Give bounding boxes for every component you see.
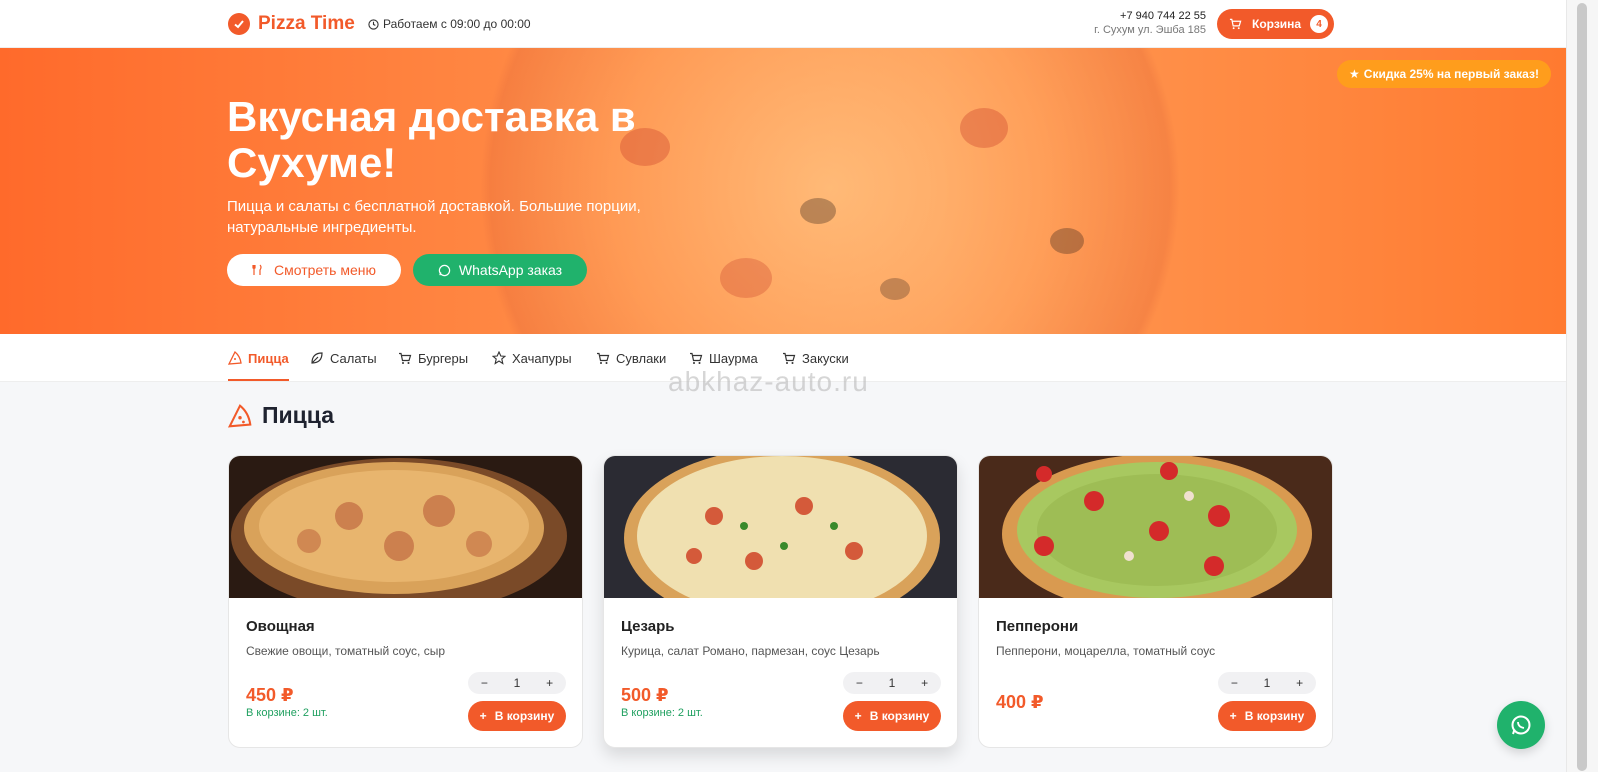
- product-card: Овощная Свежие овощи, томатный соус, сыр…: [228, 455, 583, 748]
- quantity-value: 1: [888, 676, 896, 690]
- brand-name: Pizza Time: [258, 13, 355, 34]
- plus-icon: +: [1229, 709, 1237, 723]
- category-label: Шаурма: [709, 350, 758, 366]
- topping: [960, 108, 1008, 148]
- hero-title: Вкусная доставка в Сухуме!: [227, 93, 636, 186]
- cart-icon: [399, 352, 412, 364]
- star-icon: ★: [1349, 67, 1360, 81]
- product-name: Цезарь: [621, 618, 675, 635]
- watermark: abkhaz-auto.ru: [668, 366, 869, 397]
- leaf-icon: [311, 352, 323, 364]
- decrease-button[interactable]: −: [1223, 676, 1245, 690]
- cart-icon: [783, 352, 796, 364]
- site-header: Pizza Time Работаем с 09:00 до 00:00 +7 …: [0, 0, 1566, 48]
- view-menu-label: Смотреть меню: [274, 262, 376, 278]
- pizza-slice-icon: [228, 403, 252, 427]
- product-price: 400 ₽: [996, 692, 1044, 712]
- add-to-cart-button[interactable]: + В корзину: [1218, 701, 1316, 731]
- cart-count-badge: 4: [1310, 15, 1328, 33]
- increase-button[interactable]: +: [1289, 676, 1311, 690]
- add-to-cart-button[interactable]: + В корзину: [843, 701, 941, 731]
- category-tab-pizza[interactable]: Пицца: [228, 346, 289, 381]
- section-title: Пицца: [228, 402, 334, 429]
- hero-pizza-image: [420, 48, 1240, 334]
- whatsapp-order-label: WhatsApp заказ: [458, 262, 563, 278]
- topping: [800, 198, 836, 224]
- increase-button[interactable]: +: [539, 676, 561, 690]
- category-tab-salads[interactable]: Салаты: [310, 346, 377, 370]
- hero-banner: Вкусная доставка в Сухуме! Пицца и салат…: [0, 48, 1566, 334]
- cart-label: Корзина: [1252, 17, 1302, 31]
- product-card: Цезарь Курица, салат Романо, пармезан, с…: [603, 455, 958, 748]
- add-to-cart-button[interactable]: + В корзину: [468, 701, 566, 731]
- add-to-cart-label: В корзину: [869, 709, 930, 723]
- product-description: Свежие овощи, томатный соус, сыр: [246, 644, 446, 658]
- clock-icon: [368, 18, 379, 30]
- product-image: [604, 456, 957, 598]
- topping: [720, 258, 772, 298]
- cart-icon: [597, 352, 610, 364]
- plus-icon: +: [854, 709, 862, 723]
- category-label: Сувлаки: [616, 350, 667, 366]
- in-cart-status: В корзине: 2 шт.: [621, 707, 703, 719]
- section-title-text: Пицца: [262, 402, 335, 428]
- quantity-stepper: − 1 +: [1218, 672, 1316, 694]
- quantity-value: 1: [513, 676, 521, 690]
- category-label: Пицца: [248, 350, 289, 366]
- cart-icon: [690, 352, 703, 364]
- whatsapp-float-button[interactable]: [1497, 701, 1545, 749]
- cart-icon: [1229, 18, 1242, 30]
- category-label: Закуски: [802, 350, 849, 366]
- product-card: Пепперони Пепперони, моцарелла, томатный…: [978, 455, 1333, 748]
- pizza-slice-icon: [228, 351, 242, 365]
- product-image: [979, 456, 1332, 598]
- whatsapp-icon: [438, 264, 451, 276]
- quantity-value: 1: [1263, 676, 1271, 690]
- plus-icon: +: [479, 709, 487, 723]
- discount-text: Скидка 25% на первый заказ!: [1363, 67, 1539, 81]
- topping: [1050, 228, 1084, 254]
- category-tab-burgers[interactable]: Бургеры: [398, 346, 468, 370]
- topping: [880, 278, 910, 300]
- quantity-stepper: − 1 +: [843, 672, 941, 694]
- product-name: Овощная: [246, 618, 315, 635]
- in-cart-status: В корзине: 2 шт.: [246, 707, 328, 719]
- decrease-button[interactable]: −: [848, 676, 870, 690]
- whatsapp-order-button[interactable]: WhatsApp заказ: [413, 254, 587, 286]
- product-name: Пепперони: [996, 618, 1079, 635]
- logo[interactable]: Pizza Time: [228, 13, 355, 35]
- product-image: [229, 456, 582, 598]
- cart-button[interactable]: Корзина 4: [1217, 9, 1334, 39]
- address: г. Сухум ул. Эшба 185: [1094, 24, 1206, 36]
- category-tab-souvlaki[interactable]: Сувлаки: [596, 346, 666, 370]
- fork-knife-icon: [252, 264, 262, 275]
- decrease-button[interactable]: −: [473, 676, 495, 690]
- add-to-cart-label: В корзину: [1244, 709, 1305, 723]
- scrollbar[interactable]: [1566, 0, 1598, 772]
- whatsapp-icon: [1511, 715, 1531, 735]
- category-label: Хачапуры: [512, 350, 572, 366]
- view-menu-button[interactable]: Смотреть меню: [227, 254, 401, 286]
- product-price: 450 ₽: [246, 685, 294, 705]
- increase-button[interactable]: +: [914, 676, 936, 690]
- working-hours: Работаем с 09:00 до 00:00: [368, 17, 531, 31]
- hero-subtitle: Пицца и салаты с бесплатной доставкой. Б…: [227, 198, 641, 236]
- category-label: Бургеры: [418, 350, 469, 366]
- quantity-stepper: − 1 +: [468, 672, 566, 694]
- product-description: Пепперони, моцарелла, томатный соус: [996, 644, 1216, 658]
- contacts: +7 940 744 22 55 г. Сухум ул. Эшба 185: [1094, 9, 1206, 37]
- star-icon: [492, 351, 506, 365]
- category-label: Салаты: [330, 350, 377, 366]
- check-icon: [228, 13, 250, 35]
- discount-badge: ★ Скидка 25% на первый заказ!: [1337, 60, 1551, 88]
- phone-number[interactable]: +7 940 744 22 55: [1094, 9, 1206, 23]
- product-price: 500 ₽: [621, 685, 669, 705]
- category-tab-khachapuri[interactable]: Хачапуры: [492, 346, 572, 370]
- product-description: Курица, салат Романо, пармезан, соус Цез…: [621, 644, 880, 658]
- add-to-cart-label: В корзину: [494, 709, 555, 723]
- scrollbar-thumb[interactable]: [1577, 3, 1587, 771]
- hours-text: Работаем с 09:00 до 00:00: [383, 17, 531, 31]
